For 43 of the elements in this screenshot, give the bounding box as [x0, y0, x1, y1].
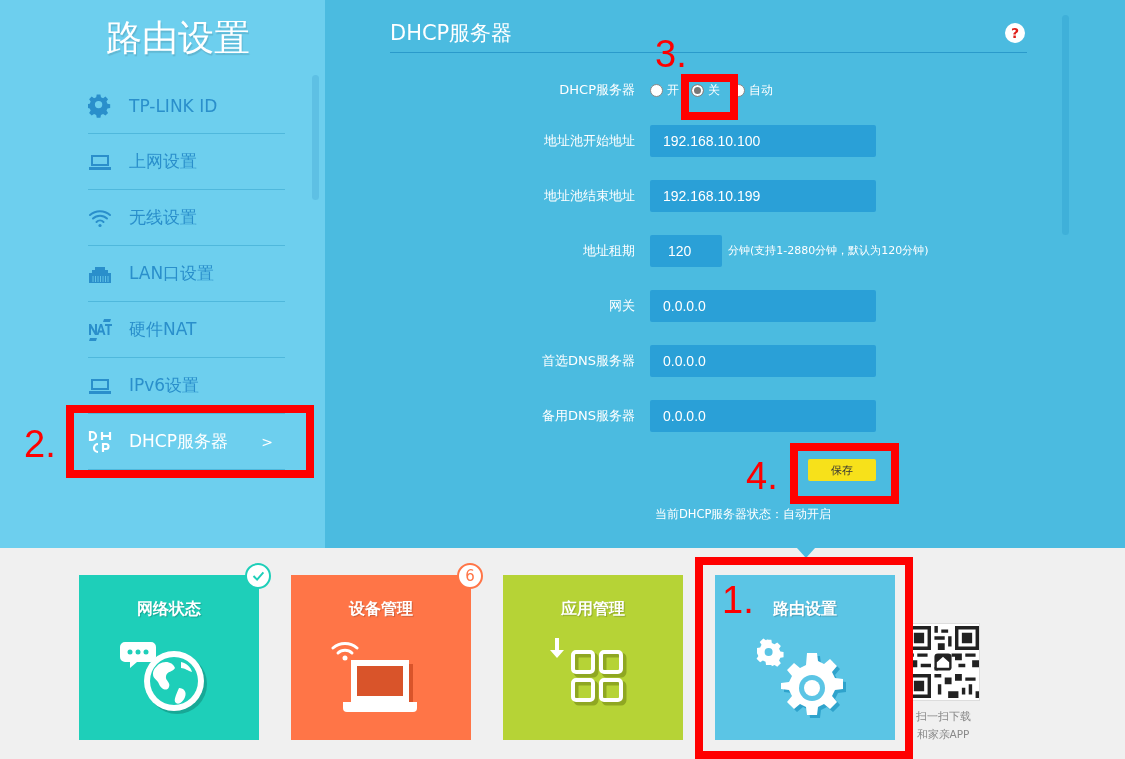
field-hint: 分钟(支持1-2880分钟，默认为120分钟): [728, 243, 929, 258]
step-number: 4.: [746, 457, 778, 495]
dhcp-icon: [88, 429, 112, 454]
step-number: 1.: [722, 581, 754, 619]
field-label: DHCP服务器: [558, 81, 636, 99]
nav-tile[interactable]: 网络状态: [79, 575, 259, 740]
field-label: 首选DNS服务器: [541, 351, 636, 370]
sidebar-title: 路由设置: [104, 16, 251, 60]
input-field[interactable]: 0.0.0.0: [650, 399, 876, 432]
menu-item[interactable]: TP-LINK ID: [88, 78, 285, 134]
step-number: 3.: [655, 35, 687, 73]
count-badge: 6: [457, 563, 483, 589]
radio-option[interactable]: 开: [650, 81, 679, 99]
gear-icon: [88, 93, 112, 118]
nat-icon: [88, 317, 112, 342]
field-label: 地址租期: [582, 241, 636, 260]
step-number: 2.: [24, 425, 56, 463]
panel-title: DHCP服务器: [390, 20, 513, 47]
menu-item[interactable]: 无线设置: [88, 190, 285, 246]
qr-caption: 扫一扫下载: [915, 709, 971, 724]
menu-item[interactable]: DHCP服务器 >: [88, 414, 285, 470]
help-icon[interactable]: ?: [1005, 23, 1025, 43]
field-label: 网关: [608, 296, 636, 315]
field-label: 备用DNS服务器: [541, 406, 636, 425]
menu-item[interactable]: 硬件NAT: [88, 302, 285, 358]
menu-item[interactable]: IPv6设置: [88, 358, 285, 414]
input-field[interactable]: 0.0.0.0: [650, 344, 876, 377]
input-field[interactable]: 192.168.10.199: [650, 179, 876, 212]
input-field[interactable]: 0.0.0.0: [650, 289, 876, 322]
field-label: 地址池结束地址: [543, 186, 636, 205]
highlight-frame: [681, 74, 738, 120]
status-text: 当前DHCP服务器状态：自动开启: [655, 507, 833, 522]
menu-item[interactable]: LAN口设置: [88, 246, 285, 302]
input-field[interactable]: 192.168.10.100: [650, 124, 876, 157]
qr-caption: 和家亲APP: [916, 727, 970, 742]
radio-option[interactable]: 关: [691, 81, 720, 99]
nav-tile[interactable]: 应用管理: [503, 575, 683, 740]
menu-item[interactable]: 上网设置: [88, 134, 285, 190]
save-button[interactable]: 保存: [808, 459, 876, 481]
chevron-text: >: [261, 433, 273, 450]
field-label: 地址池开始地址: [543, 131, 636, 150]
input-field[interactable]: 120: [650, 234, 722, 267]
radio-option[interactable]: 自动: [732, 81, 773, 99]
